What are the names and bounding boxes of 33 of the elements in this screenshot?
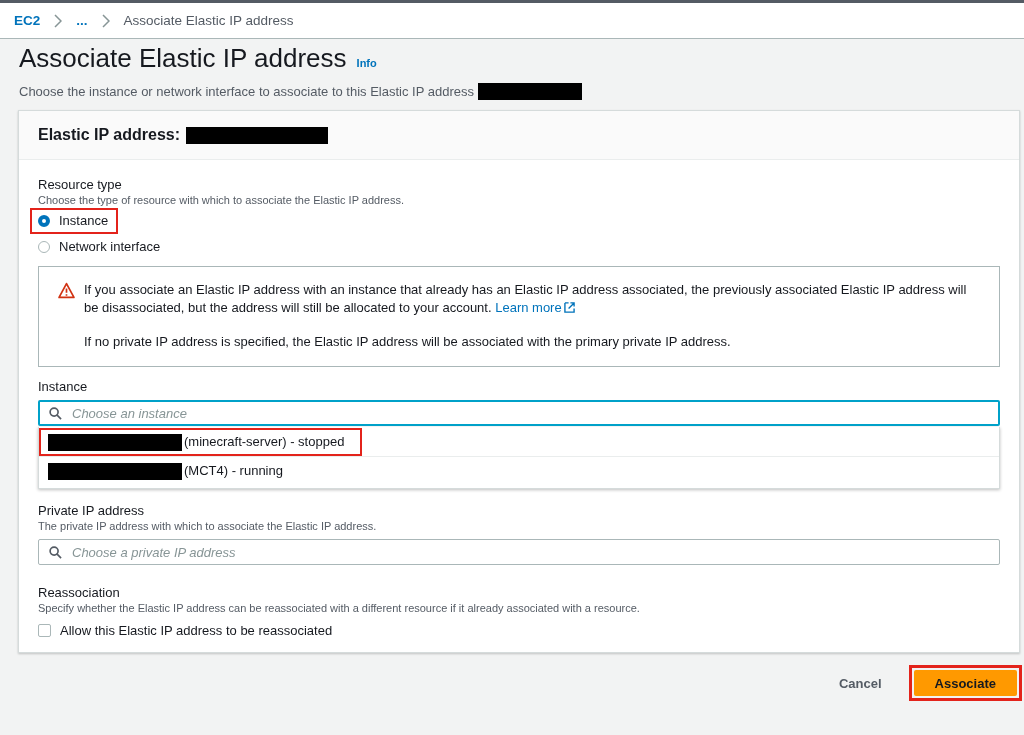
- associate-button[interactable]: Associate: [913, 670, 1017, 696]
- page-description: Choose the instance or network interface to associate to this Elastic IP address: [19, 84, 474, 99]
- external-link-icon: [563, 302, 575, 313]
- field-label: Reassociation: [38, 585, 121, 601]
- info-link[interactable]: Info: [356, 57, 377, 69]
- page-title: Associate Elastic IP address: [19, 43, 347, 73]
- field-description: The private IP address with which to associate the Elastic IP address.: [38, 519, 378, 534]
- card-title: Elastic IP address:: [38, 126, 180, 144]
- field-description: Choose the type of resource with which to associate the Elastic IP address.: [38, 193, 406, 208]
- instance-search-field[interactable]: Choose an instance: [38, 400, 1000, 426]
- breadcrumb-link[interactable]: EC2: [14, 13, 41, 28]
- warning-icon: [58, 282, 75, 299]
- breadcrumb-link[interactable]: ...: [76, 13, 88, 28]
- dropdown-option[interactable]: (minecraft-server) - stopped: [39, 428, 363, 456]
- chevron-icon: [54, 13, 63, 28]
- cancel-button[interactable]: Cancel: [834, 670, 886, 696]
- checkbox-label: Allow this Elastic IP address to be reassociated: [60, 623, 333, 638]
- field-label: Resource type: [38, 177, 123, 193]
- chevron-icon: [101, 13, 110, 28]
- radio-option[interactable]: Network interface: [30, 234, 171, 260]
- learn-more-link[interactable]: Learn more: [495, 300, 575, 315]
- search-icon: [49, 546, 62, 559]
- breadcrumb-current: Associate Elastic IP address: [123, 13, 294, 28]
- private-ip-field[interactable]: Choose a private IP address: [38, 539, 1000, 565]
- field-label: Instance: [38, 379, 89, 395]
- dropdown-option[interactable]: (MCT4) - running: [39, 457, 301, 485]
- warning-message: If you associate an Elastic IP address with an instance that already has an Elastic IP address associated, the previously associated Elastic IP address will be disassociated, but the address will still be allocated to your account. Learn more: [84, 281, 968, 317]
- checkbox[interactable]: [38, 624, 51, 637]
- field-label: Private IP address: [38, 503, 145, 519]
- radio-option[interactable]: Instance: [30, 208, 119, 234]
- alert-note: If no private IP address is specified, the Elastic IP address will be associated with the primary private IP address.: [84, 333, 732, 351]
- field-description: Specify whether the Elastic IP address can be reassociated with a different resource if it already associated with a resource.: [38, 601, 641, 616]
- search-icon: [49, 407, 62, 420]
